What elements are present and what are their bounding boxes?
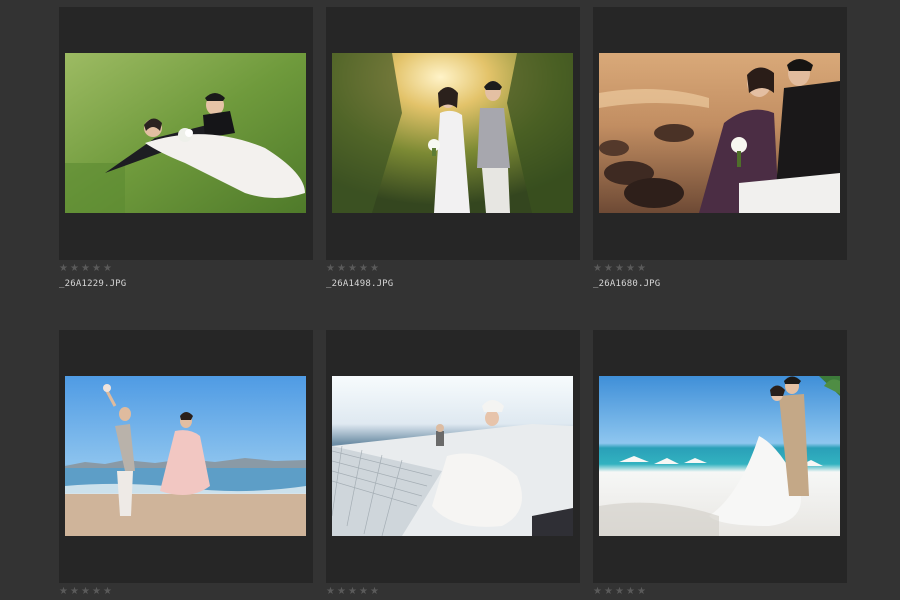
photo-filename: _26A1498.JPG [326,279,394,289]
rating-stars[interactable]: ★ ★ ★ ★ ★ [326,264,580,274]
photo-grass-couple [65,53,306,213]
star-icon[interactable]: ★ [637,587,647,597]
photo-meta: ★ ★ ★ ★ ★ [59,587,313,597]
photo-card[interactable] [59,330,313,583]
star-icon[interactable]: ★ [348,587,358,597]
star-icon[interactable]: ★ [626,264,636,274]
star-icon[interactable]: ★ [70,587,80,597]
photo-card[interactable] [593,330,847,583]
star-icon[interactable]: ★ [604,264,614,274]
star-icon[interactable]: ★ [103,587,113,597]
photo-thumbnail[interactable] [599,53,840,213]
star-icon[interactable]: ★ [593,264,603,274]
rating-stars[interactable]: ★ ★ ★ ★ ★ [59,264,313,274]
star-icon[interactable]: ★ [326,264,336,274]
star-icon[interactable]: ★ [337,587,347,597]
star-icon[interactable]: ★ [370,264,380,274]
star-icon[interactable]: ★ [81,587,91,597]
star-icon[interactable]: ★ [92,587,102,597]
photo-beach-running-couple [65,376,306,536]
photo-card[interactable] [59,7,313,260]
star-icon[interactable]: ★ [626,587,636,597]
photo-meta: ★ ★ ★ ★ ★ _26A1680.JPG [593,264,847,290]
photo-garden-couple [332,53,573,213]
rating-stars[interactable]: ★ ★ ★ ★ ★ [593,587,847,597]
photo-thumbnail[interactable] [332,376,573,536]
photo-meta: ★ ★ ★ ★ ★ _26A1498.JPG [326,264,580,290]
star-icon[interactable]: ★ [604,587,614,597]
photo-card[interactable] [326,7,580,260]
star-icon[interactable]: ★ [92,264,102,274]
star-icon[interactable]: ★ [103,264,113,274]
photo-meta: ★ ★ ★ ★ ★ [326,587,580,597]
rating-stars[interactable]: ★ ★ ★ ★ ★ [59,587,313,597]
star-icon[interactable]: ★ [348,264,358,274]
thumbnail-grid: ★ ★ ★ ★ ★ _26A1229.JPG ★ ★ ★ ★ ★ _26A149… [0,0,900,600]
rating-stars[interactable]: ★ ★ ★ ★ ★ [593,264,847,274]
star-icon[interactable]: ★ [615,264,625,274]
photo-thumbnail[interactable] [332,53,573,213]
star-icon[interactable]: ★ [637,264,647,274]
star-icon[interactable]: ★ [59,587,69,597]
star-icon[interactable]: ★ [615,587,625,597]
star-icon[interactable]: ★ [337,264,347,274]
star-icon[interactable]: ★ [359,264,369,274]
photo-filename: _26A1680.JPG [593,279,661,289]
star-icon[interactable]: ★ [59,264,69,274]
photo-card[interactable] [593,7,847,260]
photo-thumbnail[interactable] [599,376,840,536]
star-icon[interactable]: ★ [593,587,603,597]
photo-card[interactable] [326,330,580,583]
star-icon[interactable]: ★ [326,587,336,597]
star-icon[interactable]: ★ [359,587,369,597]
photo-seashore-couple [599,53,840,213]
photo-meta: ★ ★ ★ ★ ★ _26A1229.JPG [59,264,313,290]
photo-meta: ★ ★ ★ ★ ★ [593,587,847,597]
rating-stars[interactable]: ★ ★ ★ ★ ★ [326,587,580,597]
photo-catamaran-bride [332,376,573,536]
star-icon[interactable]: ★ [370,587,380,597]
photo-filename: _26A1229.JPG [59,279,127,289]
star-icon[interactable]: ★ [70,264,80,274]
photo-thumbnail[interactable] [65,53,306,213]
photo-thumbnail[interactable] [65,376,306,536]
photo-white-sand-couple [599,376,840,536]
star-icon[interactable]: ★ [81,264,91,274]
